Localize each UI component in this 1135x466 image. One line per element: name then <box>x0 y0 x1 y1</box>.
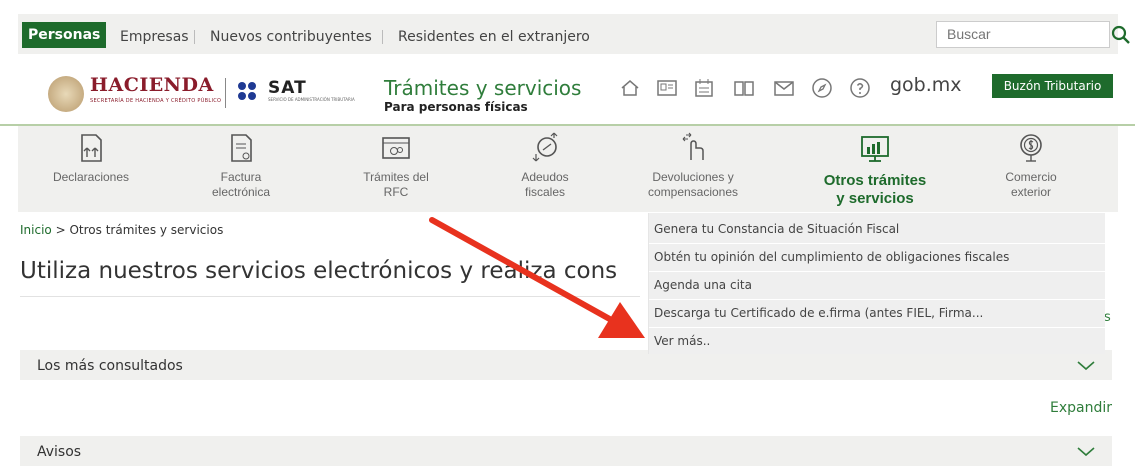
nav-label: Declaraciones <box>52 170 130 184</box>
devoluciones-icon <box>682 132 704 160</box>
divider <box>649 243 1105 244</box>
accordion-label: Los más consultados <box>37 358 183 374</box>
nav-otros-tramites[interactable]: Otros trámites y servicios <box>810 126 940 212</box>
search-box <box>936 21 1110 48</box>
nav-label: Comercio exterior <box>1005 170 1057 199</box>
divider <box>649 327 1105 328</box>
nav-label: Adeudos fiscales <box>521 170 569 199</box>
top-navigation-bar: Personas Empresas Nuevos contribuyentes … <box>18 14 1130 54</box>
home-icon[interactable] <box>618 76 642 100</box>
nav-comercio-exterior[interactable]: Comercio exterior <box>966 126 1096 212</box>
dropdown-item-opinion-cumplimiento[interactable]: Obtén tu opinión del cumplimiento de obl… <box>654 250 1009 264</box>
hacienda-subtitle: SECRETARÍA DE HACIENDA Y CRÉDITO PÚBLICO <box>90 98 222 104</box>
breadcrumb-home-link[interactable]: Inicio <box>20 223 52 237</box>
section-subtitle: Para personas físicas <box>384 100 528 114</box>
nav-label: Factura electrónica <box>211 170 271 199</box>
hacienda-logo-text: HACIENDA <box>90 74 214 96</box>
logo-divider <box>225 78 226 108</box>
sat-subtitle: SERVICIO DE ADMINISTRACIÓN TRIBUTARIA <box>268 97 355 102</box>
comercio-icon <box>1020 134 1042 162</box>
hacienda-seal-logo <box>48 76 84 112</box>
accordion-mas-consultados[interactable]: Los más consultados <box>20 350 1112 380</box>
brand-header: HACIENDA SECRETARÍA DE HACIENDA Y CRÉDIT… <box>0 62 1135 122</box>
calendar-icon[interactable] <box>692 76 716 100</box>
declaraciones-icon <box>81 134 102 162</box>
id-card-icon[interactable] <box>655 76 679 100</box>
book-icon[interactable] <box>732 76 756 100</box>
buzon-tributario-button[interactable]: Buzón Tributario <box>992 74 1113 98</box>
chevron-down-icon <box>1077 361 1095 371</box>
nav-factura-electronica[interactable]: Factura electrónica <box>176 126 306 212</box>
gobmx-link[interactable]: gob.mx <box>890 74 962 96</box>
dropdown-item-constancia[interactable]: Genera tu Constancia de Situación Fiscal <box>654 222 899 236</box>
divider <box>649 299 1105 300</box>
divider <box>649 271 1105 272</box>
nav-devoluciones[interactable]: Devoluciones y compensaciones <box>628 126 758 212</box>
search-icon[interactable] <box>1110 24 1132 46</box>
nav-tramites-rfc[interactable]: Trámites del RFC <box>331 126 461 212</box>
tab-residentes-extranjero[interactable]: Residentes en el extranjero <box>398 29 590 45</box>
nav-adeudos-fiscales[interactable]: Adeudos fiscales <box>480 126 610 212</box>
nav-declaraciones[interactable]: Declaraciones <box>26 126 156 212</box>
breadcrumb-current: Otros trámites y servicios <box>69 223 224 237</box>
dropdown-item-ver-mas[interactable]: Ver más.. <box>654 334 710 348</box>
main-navigation: Declaraciones Factura electrónica Trámit… <box>18 126 1118 212</box>
expandir-link[interactable]: Expandir <box>1050 400 1112 416</box>
section-title: Trámites y servicios <box>384 76 582 100</box>
chevron-down-icon <box>1077 447 1095 457</box>
tab-empresas[interactable]: Empresas <box>120 29 189 45</box>
mail-icon[interactable] <box>772 76 796 100</box>
dropdown-item-certificado-efirma[interactable]: Descarga tu Certificado de e.firma (ante… <box>654 306 983 320</box>
nav-label: Devoluciones y compensaciones <box>647 170 739 199</box>
sat-logo-text: SAT <box>268 78 307 98</box>
dropdown-item-agenda-cita[interactable]: Agenda una cita <box>654 278 752 292</box>
compass-icon[interactable] <box>810 76 834 100</box>
tab-personas[interactable]: Personas <box>22 22 107 48</box>
search-input[interactable] <box>937 22 1107 45</box>
truncated-link-text[interactable]: s <box>1104 310 1111 325</box>
breadcrumb: Inicio > Otros trámites y servicios <box>20 223 223 237</box>
annotation-arrow-icon <box>429 217 645 338</box>
divider <box>382 30 383 44</box>
factura-icon <box>231 134 252 162</box>
nav-label: Trámites del RFC <box>363 170 429 199</box>
nav-label: Otros trámites y servicios <box>823 172 927 207</box>
help-icon[interactable] <box>848 76 872 100</box>
tab-nuevos-contribuyentes[interactable]: Nuevos contribuyentes <box>210 29 372 45</box>
accordion-label: Avisos <box>37 444 82 460</box>
otros-tramites-icon <box>861 136 889 162</box>
adeudos-icon <box>532 132 558 162</box>
breadcrumb-separator: > <box>55 223 66 237</box>
otros-tramites-dropdown: Genera tu Constancia de Situación Fiscal… <box>648 213 1105 354</box>
rfc-icon <box>382 137 410 159</box>
divider <box>194 30 195 44</box>
